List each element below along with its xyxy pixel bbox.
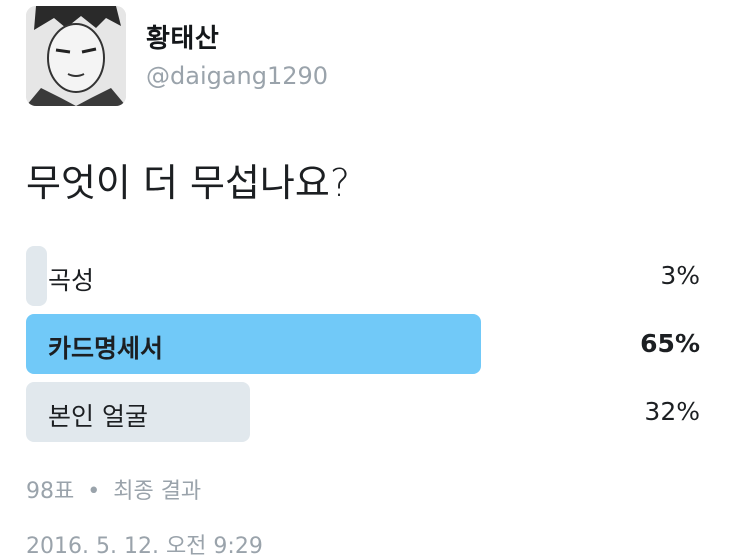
display-name[interactable]: 황태산 <box>146 18 219 55</box>
poll-option-percent: 32% <box>644 397 700 426</box>
tweet-text: 무엇이 더 무섭나요? <box>26 161 351 205</box>
poll-option: 곡성 3% <box>26 246 700 306</box>
poll-option-percent: 65% <box>640 329 700 358</box>
user-handle[interactable]: @daigang1290 <box>146 62 328 90</box>
poll: 곡성 3% 카드명세서 65% 본인 얼굴 32% <box>26 246 700 450</box>
tweet-timestamp[interactable]: 2016. 5. 12. 오전 9:29 <box>26 528 263 560</box>
avatar[interactable] <box>26 6 126 106</box>
poll-status: 최종 결과 <box>113 479 202 504</box>
poll-option-label: 카드명세서 <box>48 334 164 363</box>
poll-option-label: 곡성 <box>48 266 95 295</box>
poll-option-percent: 3% <box>660 261 700 290</box>
avatar-image <box>26 6 126 106</box>
poll-meta: 98표 • 최종 결과 <box>26 473 201 505</box>
poll-option: 카드명세서 65% <box>26 314 700 374</box>
separator-dot: • <box>87 479 101 504</box>
poll-option-label: 본인 얼굴 <box>48 402 148 431</box>
poll-option: 본인 얼굴 32% <box>26 382 700 442</box>
poll-bar <box>26 246 47 306</box>
vote-count: 98표 <box>26 479 75 504</box>
